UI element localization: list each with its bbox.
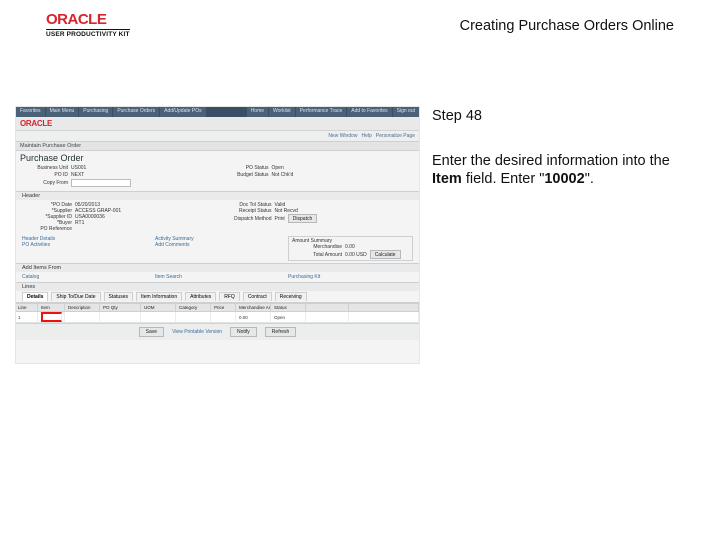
footer-actions: Save View Printable Version Notify Refre… — [16, 323, 419, 340]
total-label: Total Amount — [292, 252, 342, 258]
link-help[interactable]: Help — [362, 133, 372, 139]
dispatch-button[interactable]: Dispatch — [288, 214, 317, 223]
item-input[interactable] — [41, 312, 62, 322]
tab-item-info[interactable]: Item Information — [136, 292, 182, 301]
link-view-printable[interactable]: View Printable Version — [172, 329, 222, 335]
instr-bold-item: Item — [432, 171, 462, 187]
lines-table-header: Line Item Description PO Qty UOM Categor… — [16, 303, 419, 312]
cell-merch-amt: 0.00 — [237, 312, 271, 322]
budget-status-value: Not Chk'd — [272, 172, 294, 178]
dispatch-method-label: Dispatch Method — [222, 216, 272, 222]
tab-purchasing[interactable]: Purchasing — [79, 107, 112, 117]
nav-tabs: Favorites Main Menu Purchasing Purchase … — [16, 107, 419, 117]
save-button[interactable]: Save — [139, 327, 164, 337]
oracle-app-logo: ORACLE — [20, 119, 52, 128]
section-maintain-po: Maintain Purchase Order — [16, 141, 419, 151]
link-catalog[interactable]: Catalog — [22, 274, 147, 280]
link-personalize[interactable]: Personalize Page — [376, 133, 415, 139]
tab-rfq[interactable]: RFQ — [219, 292, 240, 301]
merch-label: Merchandise — [292, 244, 342, 250]
col-line: Line — [16, 304, 38, 311]
refresh-button[interactable]: Refresh — [265, 327, 297, 337]
po-status-label: PO Status — [221, 165, 269, 171]
link-purchasing-kit[interactable]: Purchasing Kit — [288, 274, 413, 280]
cell-status: Open — [272, 312, 306, 322]
col-item: Item — [39, 304, 65, 311]
oracle-upk-logo: ORACLE USER PRODUCTIVITY KIT — [46, 12, 130, 38]
lines-tabs: Details Ship To/Due Date Statuses Item I… — [16, 291, 419, 303]
link-po-activities[interactable]: PO Activities — [22, 242, 147, 248]
dispatch-method-select[interactable]: Print — [275, 216, 285, 222]
cell-line-no: 1 — [16, 312, 38, 322]
total-value: 0.00 USD — [345, 252, 367, 258]
app-logo-row: ORACLE — [16, 117, 419, 131]
col-price: Price — [212, 304, 236, 311]
step-number: Step 48 — [432, 108, 692, 124]
col-poqty: PO Qty — [101, 304, 141, 311]
page-title: Creating Purchase Orders Online — [460, 18, 674, 34]
link-worklist[interactable]: Worklist — [269, 107, 295, 117]
merch-value: 0.00 — [345, 244, 355, 250]
instruction-panel: Step 48 Enter the desired information in… — [432, 108, 692, 188]
po-id-label: PO ID — [20, 172, 68, 178]
po-reference-label: PO Reference — [22, 226, 72, 232]
tab-favorites[interactable]: Favorites — [16, 107, 45, 117]
business-unit-label: Business Unit — [20, 165, 68, 171]
tab-details[interactable]: Details — [22, 292, 48, 301]
table-row: 1 0.00 Open — [16, 312, 419, 323]
tab-attributes[interactable]: Attributes — [185, 292, 216, 301]
page-header: ORACLE USER PRODUCTIVITY KIT Creating Pu… — [0, 0, 720, 46]
lines-subhead: Lines — [16, 282, 419, 291]
link-add-favorites[interactable]: Add to Favorites — [347, 107, 391, 117]
col-uom: UOM — [142, 304, 176, 311]
link-add-comments[interactable]: Add Comments — [155, 242, 280, 248]
instr-bold-value: 10002 — [544, 171, 584, 187]
business-unit-value: US001 — [71, 165, 86, 171]
receipt-status-label: Receipt Status — [222, 208, 272, 214]
embedded-screenshot: Favorites Main Menu Purchasing Purchase … — [15, 106, 420, 364]
instruction-text: Enter the desired information into the I… — [432, 152, 692, 188]
budget-status-label: Budget Status — [221, 172, 269, 178]
header-fields: *PO Date05/20/2013 *SupplierACCESS GRAP-… — [16, 200, 419, 234]
col-merch-amt: Merchandise Amount — [237, 304, 271, 311]
instr-part2: field. Enter " — [462, 171, 545, 187]
po-id-block: Business UnitUS001 PO StatusOpen PO IDNE… — [16, 163, 419, 191]
link-new-window[interactable]: New Window — [328, 133, 357, 139]
link-sign-out[interactable]: Sign out — [393, 107, 419, 117]
header-subhead: Header — [16, 191, 419, 200]
col-category: Category — [177, 304, 211, 311]
notify-button[interactable]: Notify — [230, 327, 257, 337]
col-desc: Description — [66, 304, 100, 311]
tab-add-update-pos[interactable]: Add/Update POs — [160, 107, 206, 117]
po-id-value: NEXT — [71, 172, 84, 178]
header-links-row: Header Details PO Activities Activity Su… — [16, 234, 419, 263]
breadcrumb-row: New Window Help Personalize Page — [16, 131, 419, 141]
tab-receiving[interactable]: Receiving — [275, 292, 307, 301]
link-item-search[interactable]: Item Search — [155, 274, 280, 280]
link-perf-trace[interactable]: Performance Trace — [296, 107, 347, 117]
instr-part3: ". — [585, 171, 594, 187]
tab-main-menu[interactable]: Main Menu — [46, 107, 79, 117]
link-home[interactable]: Home — [247, 107, 268, 117]
add-items-subhead: Add Items From — [16, 263, 419, 272]
oracle-wordmark: ORACLE — [46, 12, 130, 27]
add-items-links: Catalog Item Search Purchasing Kit — [16, 272, 419, 282]
purchase-order-title: Purchase Order — [16, 151, 419, 163]
tab-contract[interactable]: Contract — [243, 292, 272, 301]
calculate-button[interactable]: Calculate — [370, 250, 401, 259]
copy-from-select[interactable] — [71, 179, 131, 187]
copy-from-label: Copy From — [20, 180, 68, 186]
tab-purchase-orders[interactable]: Purchase Orders — [113, 107, 159, 117]
tab-statuses[interactable]: Statuses — [104, 292, 133, 301]
tab-ship-to[interactable]: Ship To/Due Date — [51, 292, 100, 301]
po-status-value: Open — [272, 165, 284, 171]
buyer-input[interactable]: RT1 — [75, 220, 84, 226]
instr-part1: Enter the desired information into the — [432, 153, 670, 169]
col-status: Status — [272, 304, 306, 311]
upk-subtitle: USER PRODUCTIVITY KIT — [46, 29, 130, 38]
